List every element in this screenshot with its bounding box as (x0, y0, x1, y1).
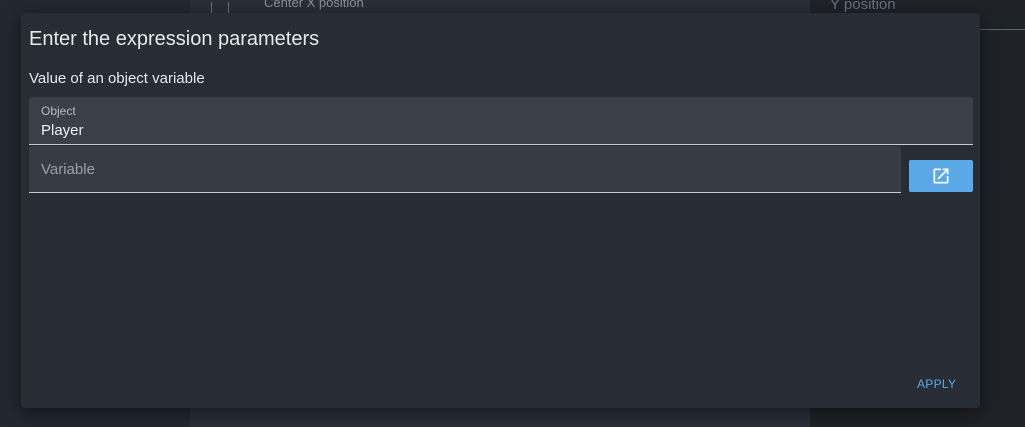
expression-parameters-dialog: Enter the expression parameters Value of… (21, 13, 980, 408)
dialog-subtitle: Value of an object variable (29, 70, 205, 87)
open-in-new-icon (933, 168, 949, 184)
variable-field[interactable]: Variable (29, 146, 901, 193)
object-field-label: Object (41, 104, 76, 118)
apply-button[interactable]: APPLY (917, 377, 956, 391)
background-y-position-label: Y position (830, 0, 896, 13)
object-field-value[interactable]: Player (41, 122, 84, 139)
open-variables-editor-button[interactable] (909, 160, 973, 192)
dialog-title: Enter the expression parameters (29, 28, 320, 50)
object-field[interactable]: Object Player (29, 97, 973, 145)
background-center-label: Center X position (264, 0, 364, 10)
variable-field-placeholder: Variable (41, 161, 95, 178)
